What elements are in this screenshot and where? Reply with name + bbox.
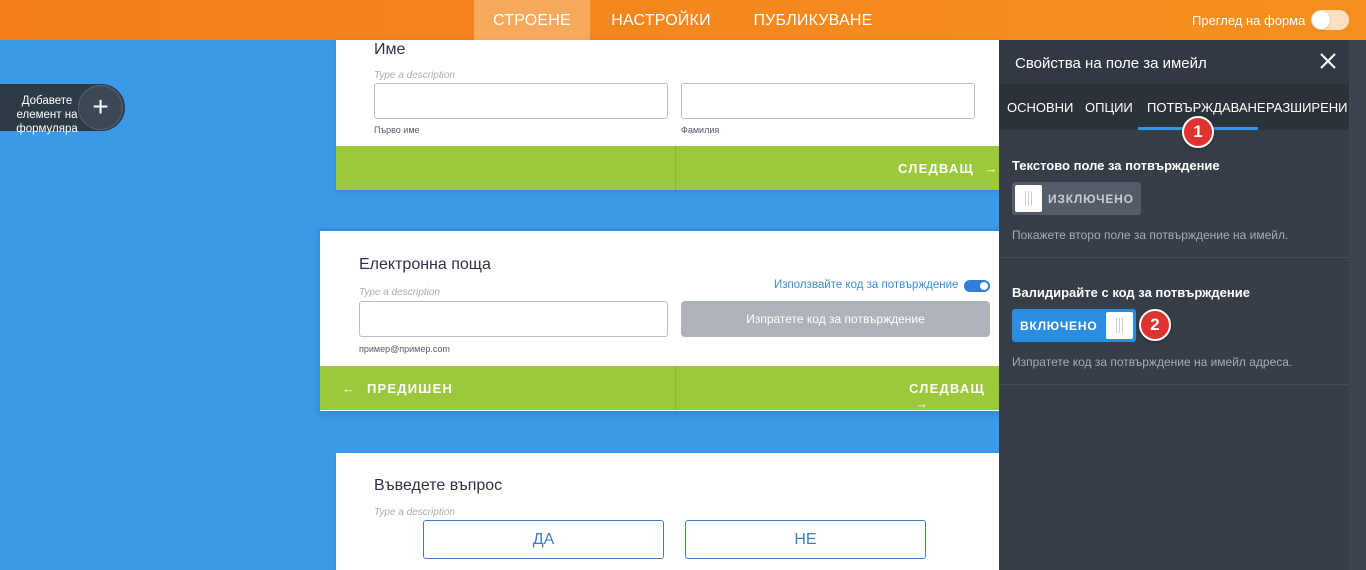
use-verification-code-label: Използвайте код за потвърждение [774, 279, 959, 291]
toggle-knob [1312, 11, 1330, 29]
last-name-input[interactable] [681, 83, 975, 119]
email-field-card[interactable]: Електронна поща Type a description Изпол… [318, 229, 999, 413]
toggle-knob [980, 282, 988, 290]
tab-settings[interactable]: НАСТРОЙКИ [600, 0, 722, 40]
tab-verification[interactable]: ПОТВЪРЖДАВАНЕ [1147, 100, 1266, 115]
tab-basic[interactable]: ОСНОВНИ [1007, 100, 1073, 115]
name-field-description[interactable]: Type a description [374, 70, 455, 81]
panel-tabs: ОСНОВНИ ОПЦИИ ПОТВЪРЖДАВАНЕ РАЗШИРЕНИ [999, 84, 1349, 130]
validate-code-title: Валидирайте с код за потвърждение [1012, 285, 1250, 300]
next-button[interactable]: СЛЕДВАЩ → [898, 161, 999, 176]
email-field-description[interactable]: Type a description [359, 287, 440, 298]
validate-code-toggle-state: ВКЛЮЧЕНО [1020, 319, 1098, 333]
plus-icon[interactable]: + [78, 85, 123, 130]
name-field-title: Име [374, 41, 406, 58]
email-input[interactable] [359, 301, 668, 337]
question-field-title: Въведете въпрос [374, 477, 503, 494]
add-form-element-label: Добавете елемент на формуляра [16, 95, 78, 135]
use-verification-code-toggle[interactable] [964, 280, 990, 292]
previous-button[interactable]: ← ПРЕДИШЕН [342, 381, 453, 396]
preview-form-toggle[interactable] [1311, 10, 1349, 30]
card-navigation-bar: ← ПРЕДИШЕН СЛЕДВАЩ → [320, 366, 999, 411]
confirm-field-note: Покажете второ поле за потвърждение на и… [1012, 228, 1289, 242]
tab-options[interactable]: ОПЦИИ [1085, 100, 1133, 115]
preview-form-label: Преглед на форма [1192, 13, 1306, 28]
validate-code-toggle[interactable]: ВКЛЮЧЕНО [1012, 309, 1136, 342]
tab-advanced[interactable]: РАЗШИРЕНИ [1266, 100, 1348, 115]
send-code-button[interactable]: Изпратете код за потвърждение [681, 301, 990, 337]
validate-code-note: Изпратете код за потвърждение на имейл а… [1012, 355, 1293, 369]
email-field-properties-panel: Свойства на поле за имейл ОСНОВНИ ОПЦИИ … [999, 40, 1366, 570]
panel-title: Свойства на поле за имейл [1015, 55, 1207, 72]
toggle-handle [1015, 185, 1042, 212]
no-button[interactable]: НЕ [685, 520, 926, 559]
section-divider [999, 384, 1349, 385]
panel-scrollbar[interactable] [1349, 40, 1366, 570]
next-label: СЛЕДВАЩ [909, 381, 985, 396]
next-button[interactable]: СЛЕДВАЩ → [909, 381, 999, 411]
arrow-right-icon: → [984, 161, 999, 176]
close-icon[interactable] [1317, 50, 1339, 72]
annotation-badge-1: 1 [1182, 116, 1214, 148]
confirm-field-title: Текстово поле за потвърждение [1012, 158, 1220, 173]
arrow-left-icon: ← [342, 381, 357, 396]
arrow-right-icon: → [915, 396, 930, 411]
card-navigation-bar: СЛЕДВАЩ → [336, 146, 999, 190]
nav-divider [675, 366, 676, 410]
first-name-sublabel: Първо име [374, 125, 420, 135]
panel-header: Свойства на поле за имейл [999, 40, 1349, 84]
yes-button[interactable]: ДА [423, 520, 664, 559]
add-form-element-button[interactable]: Добавете елемент на формуляра + [0, 84, 125, 135]
previous-label: ПРЕДИШЕН [367, 381, 454, 396]
annotation-badge-2: 2 [1139, 309, 1171, 341]
nav-divider [675, 146, 676, 190]
first-name-input[interactable] [374, 83, 668, 119]
next-label: СЛЕДВАЩ [898, 161, 974, 176]
question-field-description[interactable]: Type a description [374, 507, 455, 518]
email-field-title: Електронна поща [359, 256, 491, 273]
name-field-card[interactable]: Име Type a description Първо име Фамилия… [336, 40, 999, 190]
confirm-field-toggle[interactable]: ИЗКЛЮЧЕНО [1012, 182, 1141, 215]
tab-publish[interactable]: ПУБЛИКУВАНЕ [742, 0, 884, 40]
toggle-handle [1106, 312, 1133, 339]
email-sublabel: пример@пример.com [359, 344, 450, 354]
top-navigation-bar: СТРОЕНЕ НАСТРОЙКИ ПУБЛИКУВАНЕ Преглед на… [0, 0, 1366, 40]
confirm-field-toggle-state: ИЗКЛЮЧЕНО [1048, 192, 1134, 206]
question-field-card[interactable]: Въведете въпрос Type a description ДА НЕ [336, 453, 999, 570]
last-name-sublabel: Фамилия [681, 125, 720, 135]
tab-build[interactable]: СТРОЕНЕ [474, 0, 590, 40]
section-divider [999, 257, 1349, 258]
